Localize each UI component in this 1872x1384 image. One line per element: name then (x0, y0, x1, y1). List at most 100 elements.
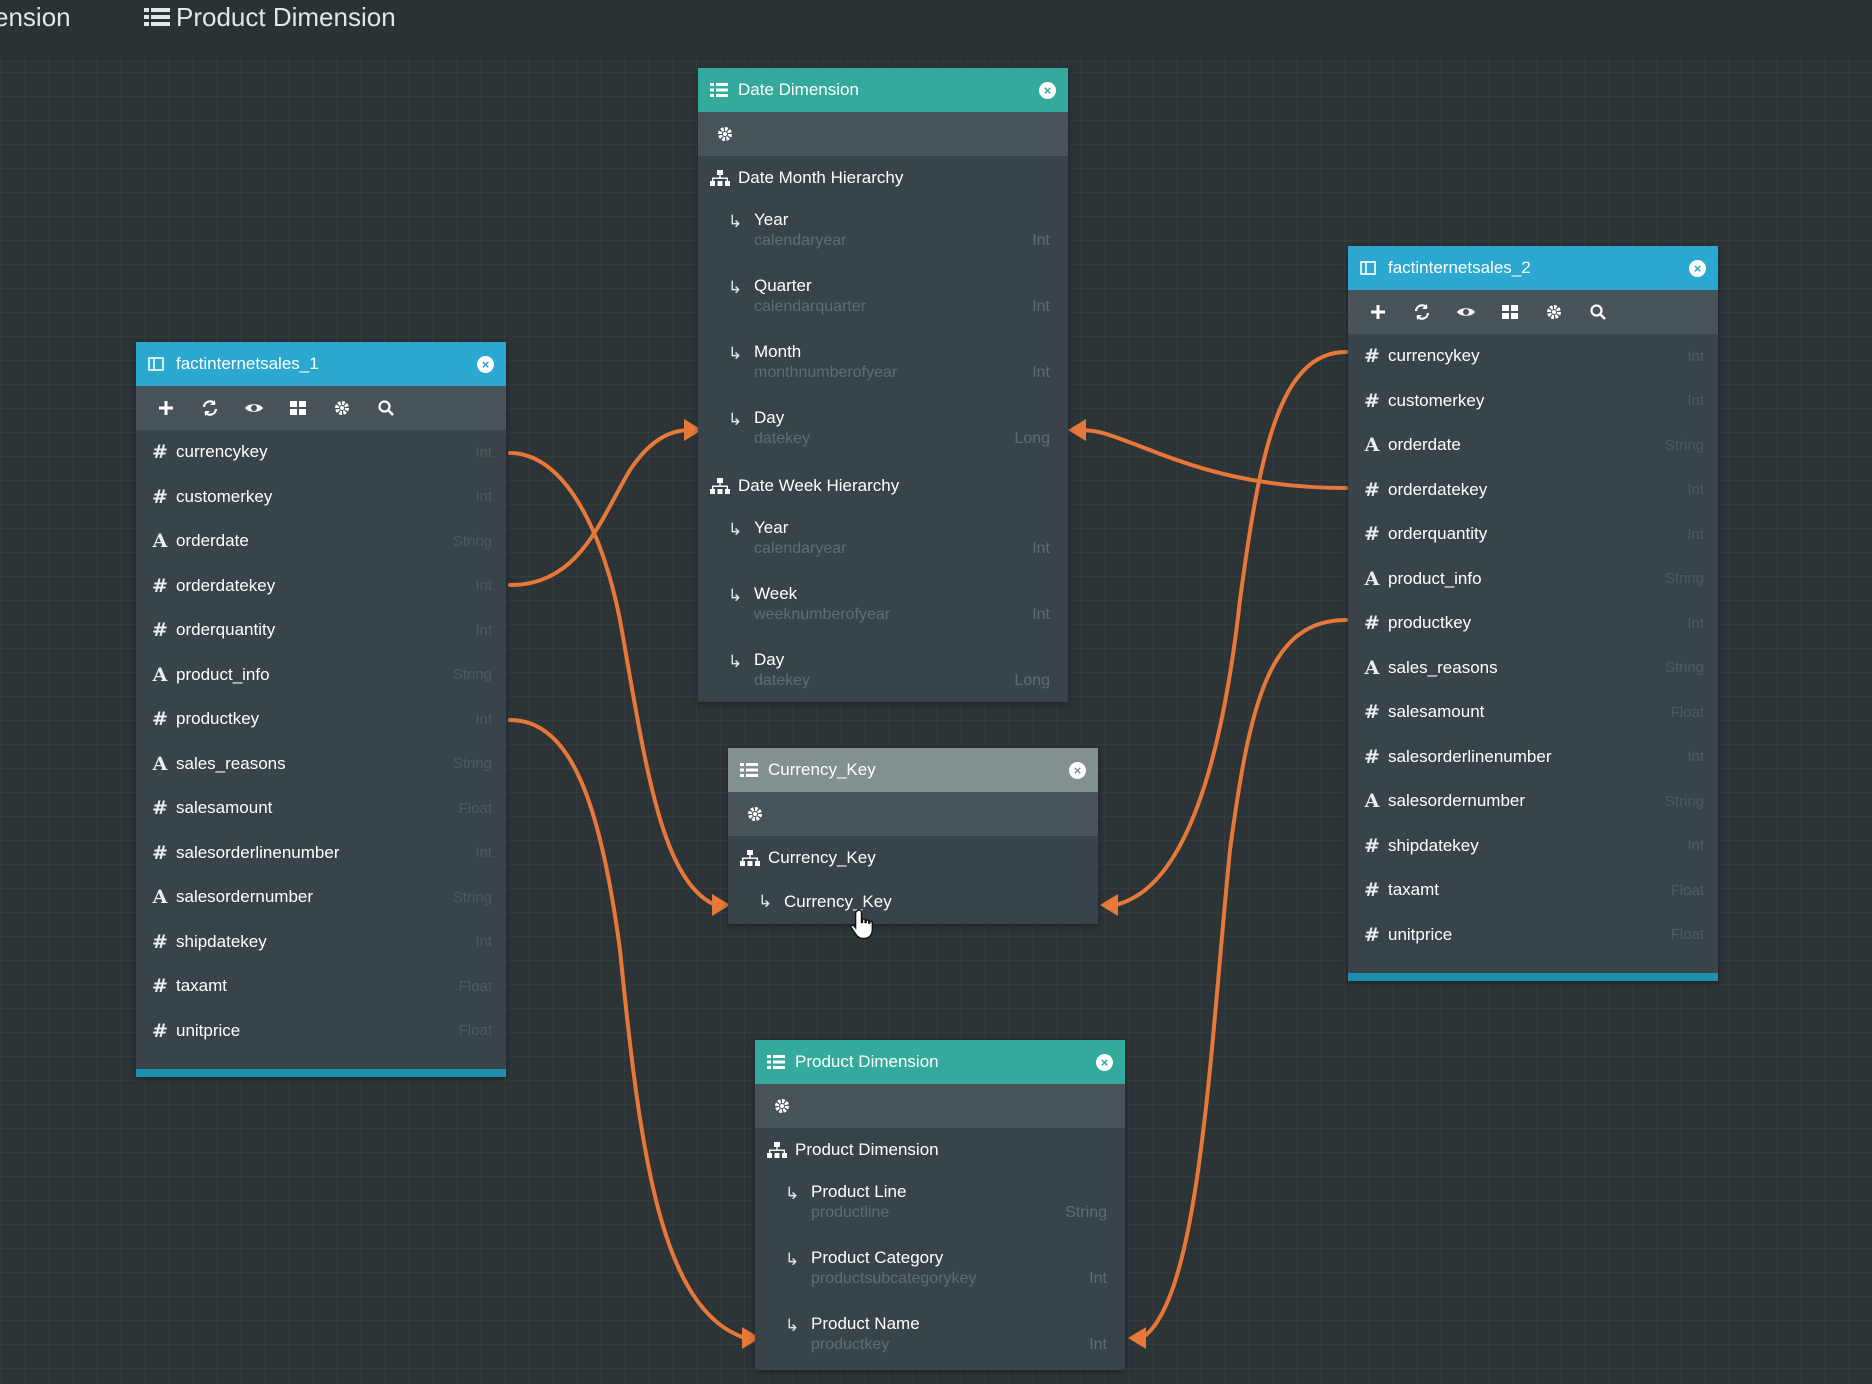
level-row-product-name[interactable]: ↳ Product Name productkey Int (755, 1304, 1125, 1370)
level-row-currency-key[interactable]: ↳ Currency_Key (728, 880, 1098, 924)
hierarchy-header[interactable]: Date Month Hierarchy (698, 156, 1068, 200)
close-icon[interactable]: × (1069, 761, 1086, 779)
panel-header[interactable]: Product Dimension × (755, 1040, 1125, 1084)
field-name: unitprice (176, 1020, 241, 1040)
eye-icon[interactable] (232, 386, 276, 430)
fact-table-panel-2[interactable]: factinternetsales_2 × # currencykey Int # c… (1348, 246, 1718, 981)
field-row-orderdatekey[interactable]: # orderdatekey Int (1348, 468, 1718, 513)
fact-table-panel-1[interactable]: factinternetsales_1 × # currencykey Int # c… (136, 342, 506, 1077)
gear-icon[interactable] (706, 112, 744, 156)
panel-toolbar (728, 792, 1098, 836)
field-datatype: Float (1670, 926, 1704, 944)
field-row-unitprice[interactable]: # unitprice Float (1348, 913, 1718, 958)
panel-header[interactable]: factinternetsales_2 × (1348, 246, 1718, 290)
add-icon[interactable] (144, 386, 188, 430)
field-row-salesorderlinenumber[interactable]: # salesorderlinenumber Int (136, 831, 506, 876)
field-row-salesorderlinenumber[interactable]: # salesorderlinenumber Int (1348, 735, 1718, 780)
hand-cursor-icon (850, 908, 880, 947)
child-arrow-icon: ↳ (728, 520, 743, 539)
search-icon[interactable] (364, 386, 408, 430)
gear-icon[interactable] (320, 386, 364, 430)
field-row-sales-reasons[interactable]: Asales_reasons String (1348, 646, 1718, 691)
field-datatype: Int (1687, 525, 1704, 543)
close-icon[interactable]: × (1039, 81, 1056, 99)
field-row-salesordernumber[interactable]: Asalesordernumber String (136, 875, 506, 920)
field-datatype: Int (1687, 392, 1704, 410)
eye-icon[interactable] (1444, 290, 1488, 334)
field-row-shipdatekey[interactable]: # shipdatekey Int (136, 920, 506, 965)
field-row-salesordernumber[interactable]: Asalesordernumber String (1348, 779, 1718, 824)
level-row-day[interactable]: ↳ Day datekey Long (698, 640, 1068, 706)
link-f1-orderdatekey (508, 428, 692, 587)
field-row-productkey[interactable]: # productkey Int (136, 697, 506, 742)
hierarchy-header[interactable]: Product Dimension (755, 1128, 1125, 1172)
field-row-customerkey[interactable]: # customerkey Int (1348, 379, 1718, 424)
date-dimension-panel[interactable]: Date Dimension × Date Month Hierarchy ↳ Y… (698, 68, 1068, 702)
field-row-taxamt[interactable]: # taxamt Float (136, 964, 506, 1009)
panel-header[interactable]: Date Dimension × (698, 68, 1068, 112)
field-row-orderquantity[interactable]: # orderquantity Int (136, 608, 506, 653)
field-row-salesamount[interactable]: # salesamount Float (1348, 690, 1718, 735)
tab-product-dimension[interactable]: Product Dimension (144, 0, 396, 34)
level-row-day[interactable]: ↳ Day datekey Long (698, 398, 1068, 464)
field-name: salesordernumber (176, 887, 314, 907)
hierarchy-title: Date Week Hierarchy (738, 476, 900, 495)
gear-icon[interactable] (736, 792, 774, 836)
close-icon[interactable]: × (1689, 259, 1706, 277)
add-icon[interactable] (1356, 290, 1400, 334)
level-row-month[interactable]: ↳ Month monthnumberofyear Int (698, 332, 1068, 398)
field-row-orderquantity[interactable]: # orderquantity Int (1348, 512, 1718, 557)
level-row-year[interactable]: ↳ Year calendaryear Int (698, 508, 1068, 574)
field-datatype: Float (1670, 703, 1704, 721)
level-datatype: String (1065, 1204, 1107, 1221)
level-row-product-category[interactable]: ↳ Product Category productsubcategorykey In… (755, 1238, 1125, 1304)
field-list: # currencykey Int # customerkey Int Aorderda… (136, 430, 506, 1053)
field-row-currencykey[interactable]: # currencykey Int (1348, 334, 1718, 379)
field-row-product-info[interactable]: Aproduct_info String (136, 653, 506, 698)
link-arrowhead (1128, 1327, 1146, 1349)
field-row-currencykey[interactable]: # currencykey Int (136, 430, 506, 475)
hierarchy-title: Date Month Hierarchy (738, 168, 904, 187)
panel-header[interactable]: Currency_Key × (728, 748, 1098, 792)
field-datatype: Float (458, 977, 492, 995)
panel-toolbar (698, 112, 1068, 156)
level-row-quarter[interactable]: ↳ Quarter calendarquarter Int (698, 266, 1068, 332)
hierarchy-icon (708, 478, 732, 494)
field-row-product-info[interactable]: Aproduct_info String (1348, 557, 1718, 602)
numeric-type-icon: # (152, 841, 168, 864)
refresh-icon[interactable] (1400, 290, 1444, 334)
gear-icon[interactable] (763, 1084, 801, 1128)
hierarchy-header[interactable]: Currency_Key (728, 836, 1098, 880)
search-icon[interactable] (1576, 290, 1620, 334)
grid-icon[interactable] (276, 386, 320, 430)
panel-footer (136, 1069, 506, 1077)
field-row-salesamount[interactable]: # salesamount Float (136, 786, 506, 831)
field-row-customerkey[interactable]: # customerkey Int (136, 475, 506, 520)
field-row-orderdate[interactable]: Aorderdate String (1348, 423, 1718, 468)
field-row-taxamt[interactable]: # taxamt Float (1348, 868, 1718, 913)
panel-header[interactable]: factinternetsales_1 × (136, 342, 506, 386)
level-row-year[interactable]: ↳ Year calendaryear Int (698, 200, 1068, 266)
refresh-icon[interactable] (188, 386, 232, 430)
grid-icon[interactable] (1488, 290, 1532, 334)
link-f1-currencykey (508, 451, 717, 907)
field-row-productkey[interactable]: # productkey Int (1348, 601, 1718, 646)
field-row-shipdatekey[interactable]: # shipdatekey Int (1348, 824, 1718, 869)
gear-icon[interactable] (1532, 290, 1576, 334)
level-row-product-line[interactable]: ↳ Product Line productline String (755, 1172, 1125, 1238)
field-datatype: Int (1687, 481, 1704, 499)
level-row-week[interactable]: ↳ Week weeknumberofyear Int (698, 574, 1068, 640)
field-row-orderdate[interactable]: Aorderdate String (136, 519, 506, 564)
close-icon[interactable]: × (477, 355, 494, 373)
field-datatype: Float (1670, 881, 1704, 899)
product-dimension-panel[interactable]: Product Dimension × Product Dimension ↳ P… (755, 1040, 1125, 1370)
tab-date-dimension[interactable]: ension (0, 0, 71, 34)
field-row-unitprice[interactable]: # unitprice Float (136, 1009, 506, 1054)
field-row-sales-reasons[interactable]: Asales_reasons String (136, 742, 506, 787)
currency-key-panel[interactable]: Currency_Key × Currency_Key ↳ Currency_Ke… (728, 748, 1098, 924)
field-row-orderdatekey[interactable]: # orderdatekey Int (136, 564, 506, 609)
close-icon[interactable]: × (1096, 1053, 1113, 1071)
hierarchy-header[interactable]: Date Week Hierarchy (698, 464, 1068, 508)
field-datatype: String (452, 666, 492, 684)
child-arrow-icon: ↳ (728, 586, 743, 605)
